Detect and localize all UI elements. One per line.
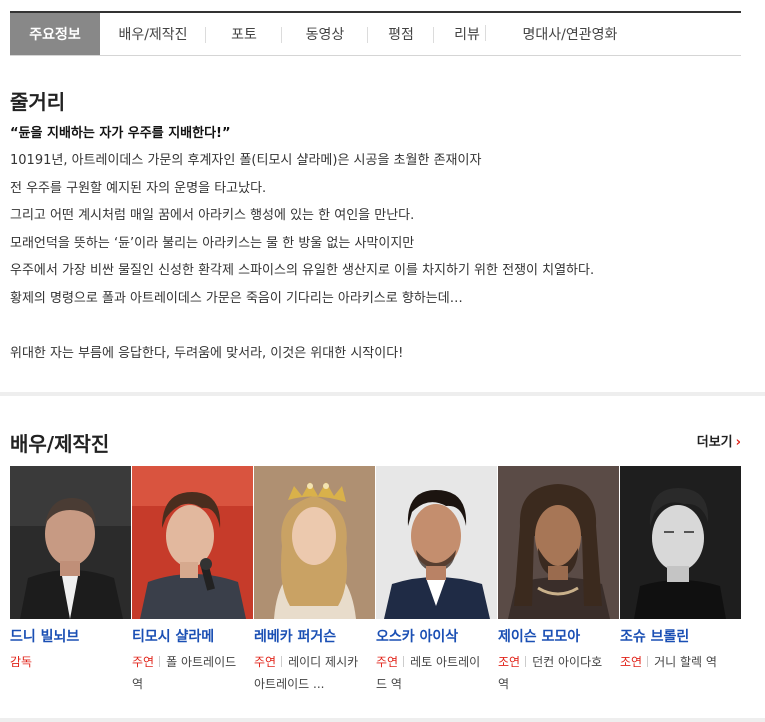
synopsis-title: 줄거리 <box>10 90 66 114</box>
synopsis-tagline: “듄을 지배하는 자가 우주를 지배한다!” <box>10 126 231 141</box>
person-role: 조연 던컨 아이다호 역 <box>498 651 612 695</box>
synopsis-line: 우주에서 가장 비싼 물질인 신성한 환각제 스파이스의 유일한 생산지로 이를… <box>10 263 595 278</box>
cast-card[interactable]: 오스카 아이삭 주연 레토 아트레이드 역 <box>376 466 498 695</box>
person-role: 감독 <box>10 651 124 673</box>
person-role: 조연 거니 할렉 역 <box>620 651 734 673</box>
cast-card[interactable]: 제이슨 모모아 조연 던컨 아이다호 역 <box>498 466 620 695</box>
more-link[interactable]: 더보기 › <box>697 431 741 450</box>
person-photo[interactable] <box>254 466 375 619</box>
person-role: 주연 레이디 제시카 아트레이드 ... <box>254 651 368 695</box>
synopsis-closing: 위대한 자는 부름에 응답한다, 두려움에 맞서라, 이것은 위대한 시작이다! <box>10 345 404 361</box>
tab-label: 동영상 <box>305 27 345 43</box>
person-role: 주연 폴 아트레이드 역 <box>132 651 246 695</box>
person-role: 주연 레토 아트레이드 역 <box>376 651 490 695</box>
person-name[interactable]: 오스카 아이삭 <box>376 627 498 647</box>
character-name: 거니 할렉 역 <box>654 655 717 669</box>
synopsis-body: “듄을 지배하는 자가 우주를 지배한다!” 10191년, 아트레이데스 가문… <box>10 120 750 367</box>
tab-main-info[interactable]: 주요정보 <box>10 13 100 55</box>
person-name[interactable]: 드니 빌뇌브 <box>10 627 132 647</box>
cast-card[interactable]: 레베카 퍼거슨 주연 레이디 제시카 아트레이드 ... <box>254 466 376 695</box>
role-type: 조연 <box>498 655 521 669</box>
role-type: 주연 <box>376 655 399 669</box>
person-photo[interactable] <box>376 466 497 619</box>
cast-card[interactable]: 조슈 브롤린 조연 거니 할렉 역 <box>620 466 742 695</box>
person-name[interactable]: 티모시 샬라메 <box>132 627 254 647</box>
cast-card[interactable]: 티모시 샬라메 주연 폴 아트레이드 역 <box>132 466 254 695</box>
tab-label: 평점 <box>388 27 414 43</box>
synopsis-gap <box>10 312 750 340</box>
role-separator <box>281 656 283 667</box>
synopsis-line: 10191년, 아트레이데스 가문의 후계자인 폴(티모시 샬라메)은 시공을 … <box>10 153 482 168</box>
synopsis-line: 전 우주를 구원할 예지된 자의 운명을 타고났다. <box>10 180 267 196</box>
person-photo[interactable] <box>10 466 131 619</box>
cast-title: 배우/제작진 <box>10 432 110 456</box>
tab-cast[interactable]: 배우/제작진 <box>100 13 206 55</box>
cast-card[interactable]: 드니 빌뇌브 감독 <box>10 466 132 695</box>
tab-rating[interactable]: 평점 <box>368 13 434 55</box>
person-name[interactable]: 조슈 브롤린 <box>620 627 742 647</box>
role-separator <box>159 656 161 667</box>
tab-quotes-related[interactable]: 명대사/연관영화 <box>500 13 640 55</box>
section-divider <box>0 392 765 396</box>
role-type: 조연 <box>620 655 643 669</box>
tab-label: 배우/제작진 <box>118 27 188 43</box>
role-separator <box>403 656 405 667</box>
tab-video[interactable]: 동영상 <box>282 13 368 55</box>
tab-review[interactable]: 리뷰 <box>434 13 500 55</box>
role-separator <box>647 656 649 667</box>
role-type: 주연 <box>132 655 155 669</box>
person-name[interactable]: 레베카 퍼거슨 <box>254 627 376 647</box>
tab-label: 리뷰 <box>454 27 480 43</box>
section-divider <box>0 718 765 722</box>
person-photo[interactable] <box>498 466 619 619</box>
role-separator <box>525 656 527 667</box>
synopsis-line: 그리고 어떤 계시처럼 매일 꿈에서 아라키스 행성에 있는 한 여인을 만난다… <box>10 208 415 223</box>
person-photo[interactable] <box>132 466 253 619</box>
role-type: 주연 <box>254 655 277 669</box>
synopsis-line: 모래언덕을 뜻하는 ‘듄’이라 불리는 아라키스는 물 한 방울 없는 사막이지… <box>10 235 415 251</box>
tab-label: 명대사/연관영화 <box>522 27 618 43</box>
role-type: 감독 <box>10 655 33 669</box>
tab-label: 포토 <box>231 27 257 43</box>
tab-bar: 주요정보 배우/제작진 포토 동영상 평점 리뷰 명대사/연관영화 <box>10 11 741 56</box>
tab-photo[interactable]: 포토 <box>206 13 282 55</box>
synopsis-line: 황제의 명령으로 폴과 아트레이데스 가문은 죽음이 기다리는 아라키스로 향하… <box>10 290 463 306</box>
tab-separator <box>485 25 486 41</box>
more-label: 더보기 <box>696 435 733 450</box>
person-name[interactable]: 제이슨 모모아 <box>498 627 620 647</box>
tab-label: 주요정보 <box>29 27 81 43</box>
cast-list: 드니 빌뇌브 감독 티모시 샬라메 주연 폴 아트레이드 역 레베카 퍼거슨 주… <box>10 466 742 695</box>
chevron-right-icon: › <box>735 435 741 450</box>
person-photo[interactable] <box>620 466 741 619</box>
